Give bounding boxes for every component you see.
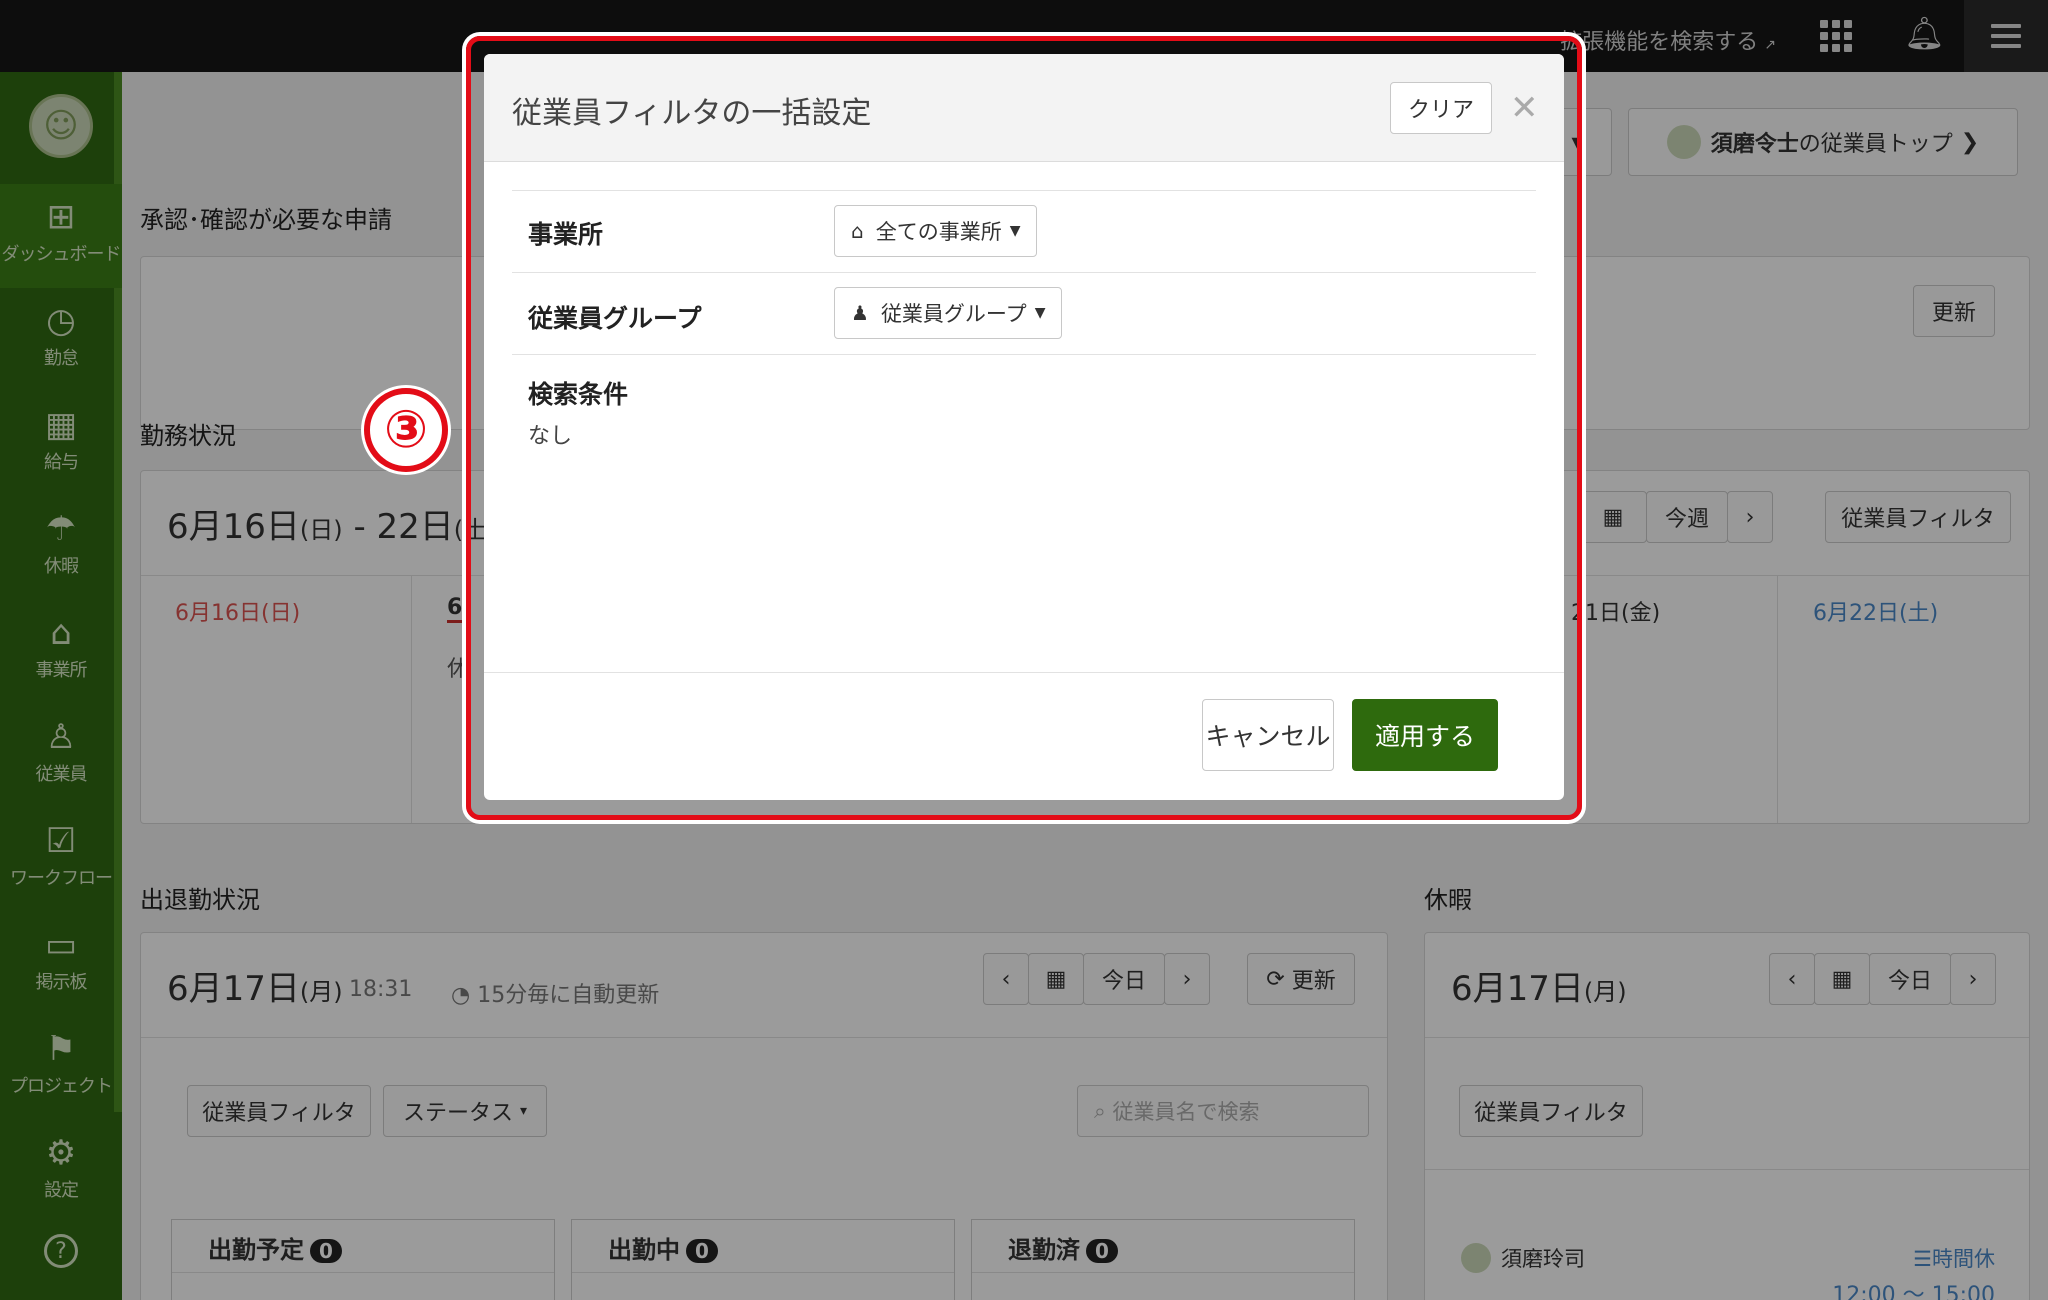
modal-footer: キャンセル 適用する <box>484 672 1564 800</box>
employee-filter-modal: 従業員フィルタの一括設定 クリア ✕ 事業所 ⌂ 全ての事業所 ▼ 従業員グルー… <box>484 54 1564 800</box>
group-label: 従業員グループ <box>528 304 702 333</box>
person-icon: ♟ <box>851 301 869 325</box>
modal-title: 従業員フィルタの一括設定 <box>512 96 872 131</box>
condition-label: 検索条件 <box>528 380 629 409</box>
group-value: 従業員グループ <box>880 302 1027 326</box>
office-row: 事業所 ⌂ 全ての事業所 ▼ <box>512 190 1536 272</box>
cancel-button[interactable]: キャンセル <box>1202 699 1334 771</box>
office-dropdown[interactable]: ⌂ 全ての事業所 ▼ <box>834 205 1038 257</box>
step-number-badge: ③ <box>364 388 448 472</box>
office-label: 事業所 <box>528 220 604 249</box>
modal-header: 従業員フィルタの一括設定 クリア ✕ <box>484 54 1564 162</box>
condition-value: なし <box>528 424 573 449</box>
group-dropdown[interactable]: ♟ 従業員グループ ▼ <box>834 287 1063 339</box>
office-value: 全ての事業所 <box>875 220 1002 244</box>
close-icon[interactable]: ✕ <box>1510 88 1539 128</box>
apply-button[interactable]: 適用する <box>1352 699 1498 771</box>
clear-button[interactable]: クリア <box>1390 82 1492 134</box>
caret-down-icon: ▼ <box>1009 223 1021 239</box>
home-icon: ⌂ <box>851 219 864 243</box>
caret-down-icon: ▼ <box>1034 305 1046 321</box>
condition-row: 検索条件 <box>512 354 1536 409</box>
group-row: 従業員グループ ♟ 従業員グループ ▼ <box>512 272 1536 354</box>
